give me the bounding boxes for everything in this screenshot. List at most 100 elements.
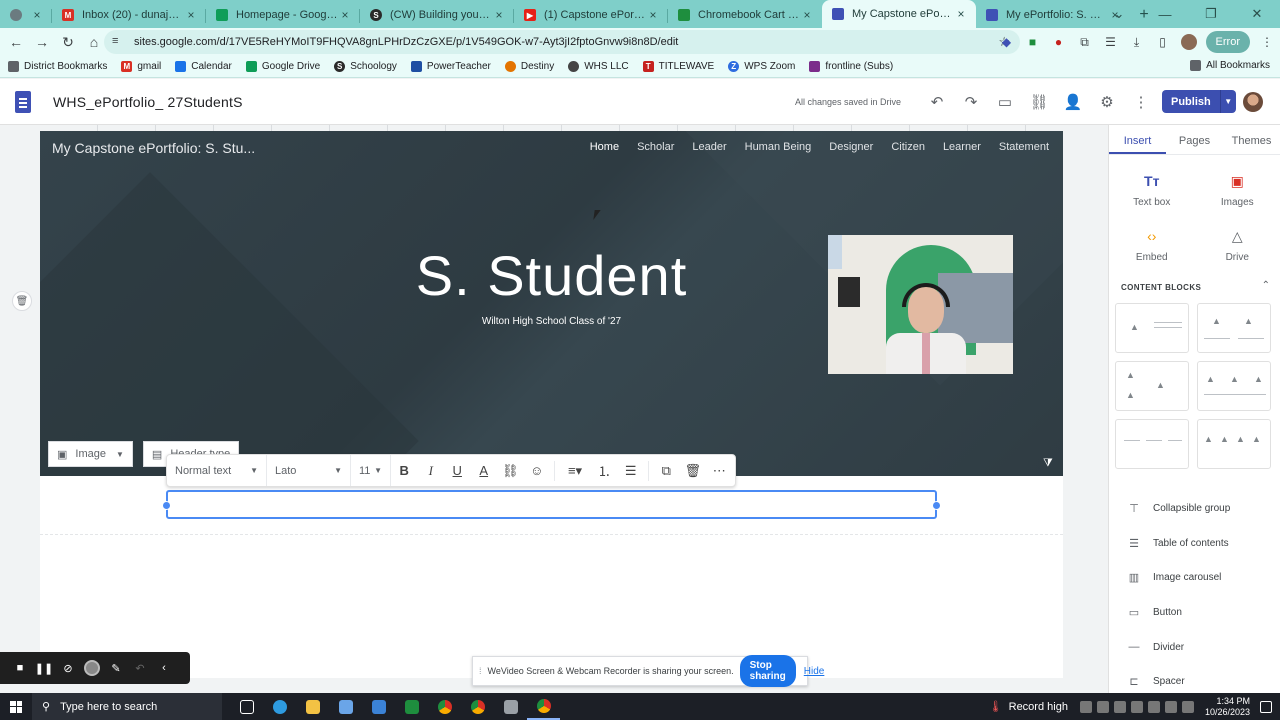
tray-icon[interactable] xyxy=(1130,700,1143,713)
tab-1[interactable]: M Inbox (20) - dunajk@wiltong × xyxy=(52,2,206,28)
tab-2[interactable]: Homepage - Google Drive × xyxy=(206,2,360,28)
notification-icon[interactable] xyxy=(1260,700,1272,713)
nav-item-leader[interactable]: Leader xyxy=(692,141,726,153)
wifi-icon[interactable] xyxy=(1164,700,1177,713)
link-icon[interactable]: ⛓ xyxy=(1022,87,1056,117)
resize-handle-left[interactable] xyxy=(162,501,171,510)
nav-item-learner[interactable]: Learner xyxy=(943,141,981,153)
font-size-dropdown[interactable]: 11 ▼ xyxy=(351,455,391,486)
insert-table-of-contents[interactable]: ☰ Table of contents xyxy=(1109,526,1280,561)
bookmark-item[interactable]: frontline (Subs) xyxy=(809,61,893,72)
undo-annotation-icon[interactable]: ↶ xyxy=(128,656,152,680)
insert-text-box[interactable]: Tт Text box xyxy=(1109,165,1195,220)
reading-list-icon[interactable]: ☰ xyxy=(1098,30,1124,54)
close-tab-icon[interactable]: × xyxy=(30,8,44,22)
link-icon[interactable]: ⛓ xyxy=(497,455,524,486)
insert-images[interactable]: ▣ Images xyxy=(1195,165,1280,220)
reload-icon[interactable]: ↻ xyxy=(56,30,80,54)
app-icon[interactable] xyxy=(395,693,428,720)
insert-drive[interactable]: △ Drive xyxy=(1195,220,1280,275)
tray-icon[interactable] xyxy=(1079,700,1092,713)
site-header[interactable]: My Capstone ePortfolio: S. Stu... Home S… xyxy=(40,131,1063,476)
emoji-icon[interactable]: ☺ xyxy=(524,455,551,486)
stop-sharing-button[interactable]: Stop sharing xyxy=(739,655,796,687)
document-title[interactable]: WHS_ePortfolio_ 27StudentS xyxy=(53,94,243,110)
task-view-icon[interactable] xyxy=(230,693,263,720)
insert-embed[interactable]: ‹› Embed xyxy=(1109,220,1195,275)
tray-icon[interactable] xyxy=(1113,700,1126,713)
bookmark-item[interactable]: S Schoology xyxy=(334,61,397,72)
text-box-selected[interactable] xyxy=(162,490,941,519)
close-window-icon[interactable]: ✕ xyxy=(1234,0,1280,28)
preview-icon[interactable]: ▭ xyxy=(988,87,1022,117)
tab-themes[interactable]: Themes xyxy=(1223,125,1280,154)
hide-link[interactable]: Hide xyxy=(804,666,825,677)
content-block-three-images[interactable]: ▲ ▲ ▲ xyxy=(1197,361,1271,411)
site-name[interactable]: My Capstone ePortfolio: S. Stu... xyxy=(52,140,255,156)
more-menu-icon[interactable]: ⋮ xyxy=(1254,30,1280,54)
store-icon[interactable] xyxy=(329,693,362,720)
nav-item-human-being[interactable]: Human Being xyxy=(745,141,812,153)
extension-icon[interactable]: ● xyxy=(1046,30,1072,54)
close-tab-icon[interactable]: × xyxy=(800,8,814,22)
download-icon[interactable]: ⤓ xyxy=(1124,30,1150,54)
bookmark-item[interactable]: Calendar xyxy=(175,61,232,72)
collapse-icon[interactable]: ‹ xyxy=(152,656,176,680)
resize-handle-right[interactable] xyxy=(932,501,941,510)
delete-icon[interactable]: 🗑 xyxy=(680,455,707,486)
camera-off-icon[interactable]: ⊘ xyxy=(56,656,80,680)
tab-4[interactable]: ▶ (1) Capstone ePortfolio Setup × xyxy=(514,2,668,28)
publish-dropdown-icon[interactable]: ▼ xyxy=(1219,90,1236,113)
insert-divider[interactable]: — Divider xyxy=(1109,630,1280,665)
tray-icon[interactable] xyxy=(1096,700,1109,713)
nav-item-designer[interactable]: Designer xyxy=(829,141,873,153)
chrome-icon[interactable] xyxy=(461,693,494,720)
tab-0[interactable]: × xyxy=(0,2,52,28)
gear-icon[interactable]: ⚙ xyxy=(1090,87,1124,117)
content-block-text-columns[interactable] xyxy=(1115,419,1189,469)
tray-icon[interactable] xyxy=(1147,700,1160,713)
tab-6-active[interactable]: My Capstone ePortfolio: S. St × xyxy=(822,0,976,28)
italic-icon[interactable]: I xyxy=(418,455,445,486)
insert-image-carousel[interactable]: ▥ Image carousel xyxy=(1109,560,1280,595)
extension-icon[interactable]: ■ xyxy=(1020,30,1046,54)
bookmark-item[interactable]: District Bookmarks xyxy=(8,61,107,72)
close-tab-icon[interactable]: × xyxy=(338,8,352,22)
volume-icon[interactable] xyxy=(1181,700,1194,713)
chrome-icon[interactable] xyxy=(428,693,461,720)
bookmark-item[interactable]: Mgmail xyxy=(121,61,161,72)
tab-pages[interactable]: Pages xyxy=(1166,125,1223,154)
close-tab-icon[interactable]: × xyxy=(954,7,968,21)
nav-item-statement[interactable]: Statement xyxy=(999,141,1049,153)
app-icon[interactable] xyxy=(494,693,527,720)
content-block-image-grid[interactable]: ▲ ▲ ▲ xyxy=(1115,361,1189,411)
header-style-icon[interactable]: ⧩ xyxy=(1043,457,1053,470)
numbered-list-icon[interactable]: ⒈ xyxy=(591,455,618,486)
bold-icon[interactable]: B xyxy=(391,455,418,486)
content-block-four-images[interactable]: ▲ ▲ ▲ ▲ xyxy=(1197,419,1271,469)
pause-icon[interactable]: ❚❚ xyxy=(32,656,56,680)
taskbar-search[interactable]: ⚲ Type here to search xyxy=(32,693,222,720)
bookmark-item[interactable]: Z WPS Zoom xyxy=(728,61,795,72)
share-user-icon[interactable]: 👤 xyxy=(1056,87,1090,117)
content-block-image-text[interactable]: ▲ xyxy=(1115,303,1189,353)
chevron-down-icon[interactable]: ⌄ xyxy=(1096,0,1142,28)
tab-insert[interactable]: Insert xyxy=(1109,125,1166,154)
weather-label[interactable]: Record high xyxy=(1009,701,1068,713)
stop-record-icon[interactable]: ■ xyxy=(8,656,32,680)
sites-logo-icon[interactable] xyxy=(15,90,31,113)
bookmark-item[interactable]: WHS LLC xyxy=(568,61,629,72)
mail-icon[interactable] xyxy=(362,693,395,720)
image-button[interactable]: ▣ Image ▼ xyxy=(48,441,133,467)
back-icon[interactable]: ← xyxy=(4,30,28,54)
profile-avatar[interactable] xyxy=(1176,30,1202,54)
address-bar[interactable]: ≡ ☆ xyxy=(104,30,1020,54)
tab-5[interactable]: Chromebook Cart Locations × xyxy=(668,2,822,28)
bulleted-list-icon[interactable]: ☰ xyxy=(618,455,645,486)
side-panel-icon[interactable]: ▯ xyxy=(1150,30,1176,54)
puzzle-icon[interactable]: ⧉ xyxy=(1072,30,1098,54)
clock[interactable]: 1:34 PM 10/26/2023 xyxy=(1205,696,1250,718)
start-button[interactable] xyxy=(0,693,32,720)
font-dropdown[interactable]: Lato ▼ xyxy=(267,455,351,486)
insert-spacer[interactable]: ⊏ Spacer xyxy=(1109,664,1280,693)
